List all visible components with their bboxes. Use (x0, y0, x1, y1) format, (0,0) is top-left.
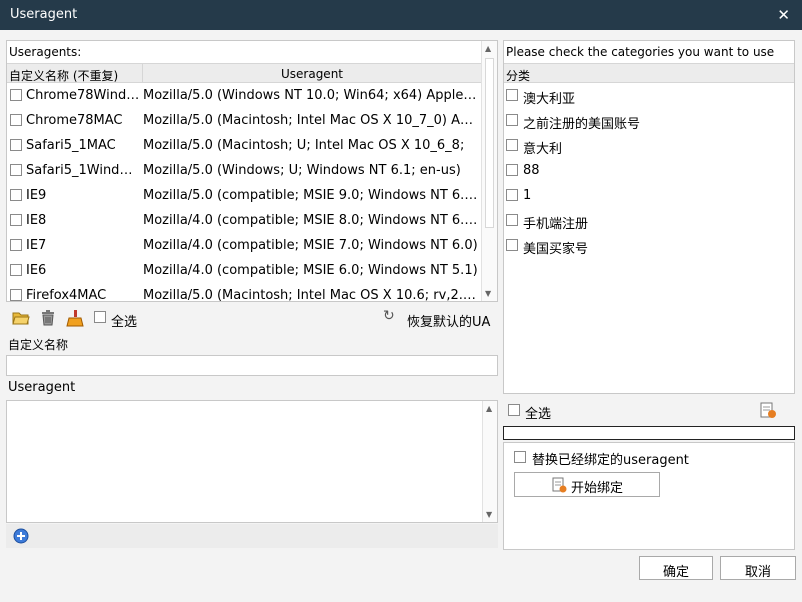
restore-default-ua-link[interactable]: 恢复默认的UA (407, 311, 490, 330)
bind-section: 替换已经绑定的useragent 开始绑定 (503, 442, 795, 550)
row-name: Chrome78MAC (26, 113, 123, 128)
category-label: 1 (523, 188, 532, 203)
bind-icon (552, 477, 567, 493)
custom-name-label: 自定义名称 (8, 338, 69, 352)
trash-icon[interactable] (39, 309, 57, 327)
category-checkbox[interactable] (506, 164, 518, 176)
row-name: IE8 (26, 213, 47, 228)
category-toolbar: 全选 (503, 398, 795, 422)
row-checkbox[interactable] (10, 189, 22, 201)
category-checkbox[interactable] (506, 239, 518, 251)
select-all-category-checkbox[interactable] (508, 404, 520, 416)
row-useragent: Mozilla/5.0 (Macintosh; Intel Mac OS X 1… (143, 288, 481, 303)
row-name: Safari5_1MAC (26, 138, 116, 153)
table-row[interactable]: IE9 Mozilla/5.0 (compatible; MSIE 9.0; Wi… (7, 183, 481, 208)
row-useragent: Mozilla/5.0 (compatible; MSIE 9.0; Windo… (143, 188, 481, 203)
useragent-textarea[interactable]: ▲ ▼ (6, 400, 498, 523)
scrollbar-thumb[interactable] (485, 58, 494, 228)
row-name: Chrome78Windows (26, 88, 140, 103)
row-useragent: Mozilla/4.0 (compatible; MSIE 8.0; Windo… (143, 213, 481, 228)
row-checkbox[interactable] (10, 264, 22, 276)
start-bind-label: 开始绑定 (571, 481, 624, 496)
row-checkbox[interactable] (10, 139, 22, 151)
ok-button[interactable]: 确定 (639, 556, 713, 580)
table-row[interactable]: Safari5_1Windows Mozilla/5.0 (Windows; U;… (7, 158, 481, 183)
table-row[interactable]: Firefox4MAC Mozilla/5.0 (Macintosh; Intel… (7, 283, 481, 308)
category-hint: Please check the categories you want to … (506, 45, 775, 59)
category-label: 美国买家号 (523, 242, 589, 257)
category-label: 澳大利亚 (523, 92, 576, 107)
table-row[interactable]: IE7 Mozilla/4.0 (compatible; MSIE 7.0; Wi… (7, 233, 481, 258)
add-bar (6, 524, 498, 548)
table-row[interactable]: Safari5_1MAC Mozilla/5.0 (Macintosh; U; I… (7, 133, 481, 158)
row-useragent: Mozilla/4.0 (compatible; MSIE 7.0; Windo… (143, 238, 478, 253)
list-toolbar: 全选 ↻ 恢复默认的UA (6, 306, 498, 330)
row-useragent: Mozilla/5.0 (Windows NT 10.0; Win64; x64… (143, 88, 481, 103)
category-checkbox[interactable] (506, 89, 518, 101)
column-header-useragent[interactable]: Useragent (142, 64, 481, 83)
select-all-ua-label: 全选 (111, 315, 138, 330)
scroll-down-icon[interactable]: ▼ (485, 289, 491, 298)
row-name: IE9 (26, 188, 47, 203)
row-useragent: Mozilla/5.0 (Macintosh; U; Intel Mac OS … (143, 138, 465, 153)
start-bind-button[interactable]: 开始绑定 (514, 472, 660, 497)
row-checkbox[interactable] (10, 164, 22, 176)
useragent-table-header: 自定义名称 (不重复) Useragent (7, 63, 481, 83)
refresh-icon[interactable]: ↻ (383, 308, 395, 324)
category-checkbox[interactable] (506, 114, 518, 126)
category-panel: Please check the categories you want to … (503, 40, 795, 394)
row-useragent: Mozilla/5.0 (Windows; U; Windows NT 6.1;… (143, 163, 461, 178)
row-name: IE6 (26, 263, 47, 278)
table-row[interactable]: Chrome78MAC Mozilla/5.0 (Macintosh; Intel… (7, 108, 481, 133)
table-row[interactable]: IE6 Mozilla/4.0 (compatible; MSIE 6.0; Wi… (7, 258, 481, 283)
close-icon[interactable]: ✕ (777, 6, 790, 24)
category-header-label: 分类 (506, 69, 531, 83)
custom-name-input[interactable] (6, 355, 498, 376)
scroll-down-icon[interactable]: ▼ (486, 510, 492, 519)
folder-open-icon[interactable] (12, 309, 30, 327)
row-checkbox[interactable] (10, 214, 22, 226)
useragent-list-panel: Useragents: 自定义名称 (不重复) Useragent Chrome… (6, 40, 498, 303)
clear-broom-icon[interactable] (66, 309, 84, 327)
row-name: Firefox4MAC (26, 288, 107, 303)
table-row[interactable]: Chrome78Windows Mozilla/5.0 (Windows NT 1… (7, 83, 481, 108)
category-label: 意大利 (523, 142, 563, 157)
select-all-category-label: 全选 (525, 407, 552, 422)
window-title: Useragent (10, 7, 78, 22)
scroll-up-icon[interactable]: ▲ (486, 404, 492, 413)
useragent-label: Useragent (8, 380, 76, 395)
scroll-up-icon[interactable]: ▲ (485, 44, 491, 53)
row-checkbox[interactable] (10, 114, 22, 126)
category-checkbox[interactable] (506, 139, 518, 151)
select-all-ua-checkbox[interactable] (94, 311, 106, 323)
replace-bound-checkbox[interactable] (514, 451, 526, 463)
replace-bound-label: 替换已经绑定的useragent (532, 453, 689, 468)
row-checkbox[interactable] (10, 89, 22, 101)
add-circle-icon[interactable] (13, 528, 29, 544)
category-checkbox[interactable] (506, 189, 518, 201)
row-name: Safari5_1Windows (26, 163, 140, 178)
row-checkbox[interactable] (10, 289, 22, 301)
row-useragent: Mozilla/4.0 (compatible; MSIE 6.0; Windo… (143, 263, 478, 278)
category-input[interactable] (503, 426, 795, 440)
category-label: 手机端注册 (523, 217, 589, 232)
cancel-button[interactable]: 取消 (720, 556, 796, 580)
table-row[interactable]: IE8 Mozilla/4.0 (compatible; MSIE 8.0; Wi… (7, 208, 481, 233)
category-label: 之前注册的美国账号 (523, 117, 641, 132)
category-checkbox[interactable] (506, 214, 518, 226)
useragent-list-label: Useragents: (9, 45, 82, 59)
useragent-list-scrollbar[interactable]: ▲ ▼ (481, 41, 497, 301)
bind-edit-icon[interactable] (759, 401, 777, 419)
category-header: 分类 (504, 63, 794, 83)
column-header-name[interactable]: 自定义名称 (不重复) (9, 67, 141, 84)
title-bar: Useragent ✕ (0, 0, 802, 30)
category-label: 88 (523, 163, 540, 178)
row-useragent: Mozilla/5.0 (Macintosh; Intel Mac OS X 1… (143, 113, 481, 128)
dialog-body: Useragents: 自定义名称 (不重复) Useragent Chrome… (0, 30, 802, 602)
useragent-textarea-scrollbar[interactable]: ▲ ▼ (482, 401, 497, 522)
row-checkbox[interactable] (10, 239, 22, 251)
row-name: IE7 (26, 238, 47, 253)
